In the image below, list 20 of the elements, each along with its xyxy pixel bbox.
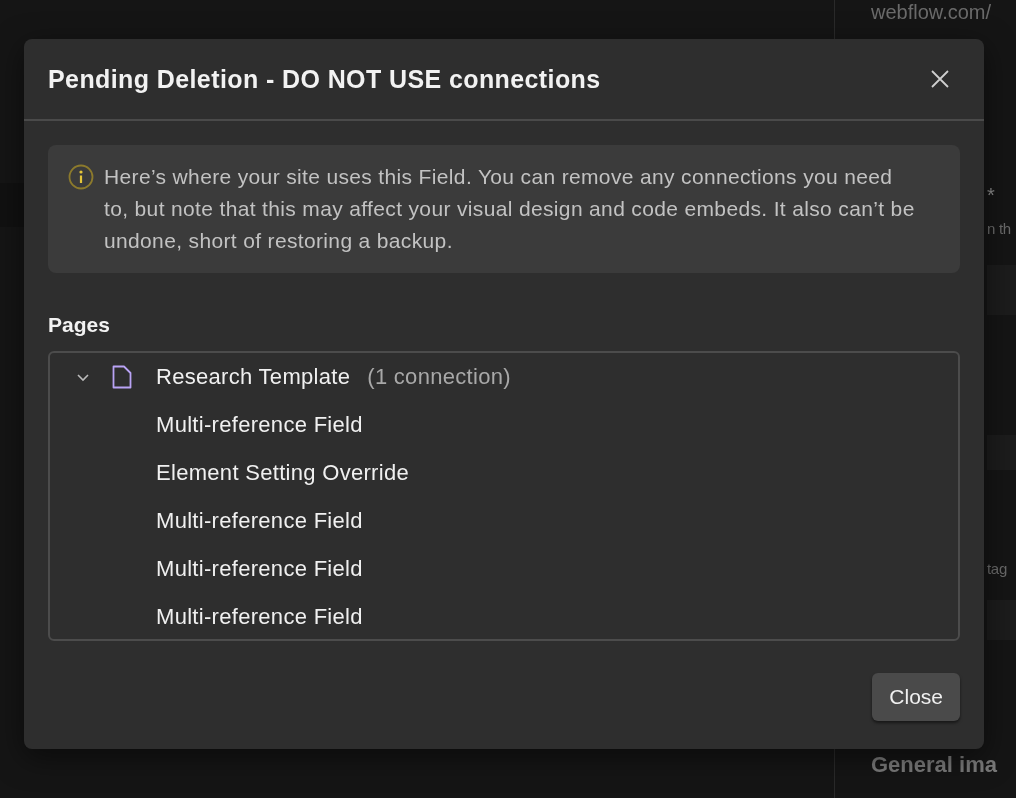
connection-count: (1 connection)	[367, 364, 511, 390]
dialog-title: Pending Deletion - DO NOT USE connections	[48, 64, 601, 94]
page-name: Element Setting Override	[156, 460, 409, 486]
notice-text: Here’s where your site uses this Field. You can remove any connections you need to, but note that this may affect your visual design and code embeds. It also can’t be undone, short of restoring a backup.	[104, 164, 916, 254]
close-button[interactable]: Close	[872, 673, 960, 721]
section-heading: General ima	[871, 752, 997, 778]
document-icon	[112, 365, 132, 389]
info-icon	[68, 164, 94, 190]
page-name: Multi-reference Field	[156, 604, 363, 630]
hint-text: n th	[987, 220, 1011, 239]
required-mark: *	[987, 184, 995, 208]
chevron-down-icon[interactable]	[76, 372, 90, 382]
section-title: Pages	[48, 313, 111, 337]
toolbar-strip	[0, 183, 24, 227]
page-name: Multi-reference Field	[156, 556, 363, 582]
url-text: webflow.com/	[871, 0, 992, 24]
page-name: Multi-reference Field	[156, 508, 363, 534]
page-name: Multi-reference Field	[156, 412, 363, 438]
field-text: tag	[987, 560, 1007, 579]
page-name: Research Template	[156, 364, 351, 390]
